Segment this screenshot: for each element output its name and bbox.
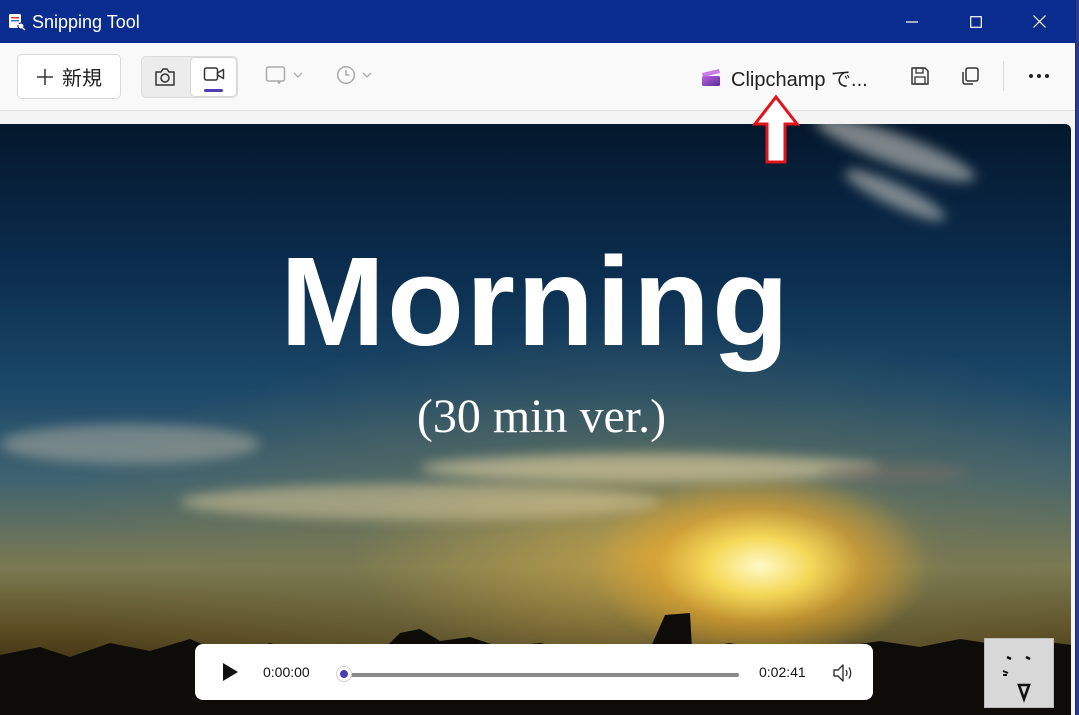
media-player-controls: 0:00:00 0:02:41 bbox=[195, 644, 873, 700]
snip-shape-dropdown[interactable] bbox=[265, 63, 303, 87]
chevron-down-icon bbox=[362, 72, 372, 78]
toolbar: 新規 Clipchamp で... bbox=[0, 43, 1075, 111]
up-arrow-annotation-icon bbox=[752, 94, 800, 164]
rectangle-snip-icon bbox=[265, 66, 286, 84]
close-icon bbox=[1032, 15, 1046, 28]
save-button[interactable] bbox=[909, 65, 931, 87]
cloud-decoration bbox=[820, 464, 970, 482]
avatar bbox=[984, 638, 1054, 708]
delay-dropdown[interactable] bbox=[336, 63, 372, 87]
maximize-button[interactable] bbox=[944, 0, 1008, 43]
copy-icon bbox=[962, 67, 979, 85]
video-title-text: Morning bbox=[280, 231, 791, 372]
cloud-decoration bbox=[180, 484, 660, 520]
screenshot-mode-button[interactable] bbox=[142, 57, 188, 97]
new-button-label: 新規 bbox=[62, 68, 102, 90]
volume-icon[interactable] bbox=[832, 662, 856, 684]
window-title: Snipping Tool bbox=[32, 12, 140, 32]
clipchamp-icon bbox=[702, 69, 720, 86]
title-bar[interactable]: Snipping Tool bbox=[0, 0, 1075, 43]
chevron-down-icon bbox=[293, 72, 303, 78]
play-icon[interactable] bbox=[219, 661, 241, 683]
snipping-tool-window: Snipping Tool 新規 Clipchamp で... Morning … bbox=[0, 0, 1076, 715]
record-mode-button[interactable] bbox=[190, 57, 237, 97]
close-button[interactable] bbox=[1007, 0, 1071, 43]
current-time: 0:00:00 bbox=[263, 664, 310, 680]
new-snip-button[interactable]: 新規 bbox=[17, 54, 121, 99]
clipchamp-edit-button[interactable]: Clipchamp で... bbox=[700, 64, 868, 91]
snipping-tool-icon bbox=[9, 14, 26, 31]
seek-bar[interactable] bbox=[345, 673, 739, 677]
cloud-decoration bbox=[420, 454, 880, 482]
video-preview[interactable]: Morning (30 min ver.) bbox=[0, 124, 1071, 715]
camera-icon bbox=[155, 68, 175, 86]
minimize-icon bbox=[906, 20, 918, 23]
copy-button[interactable] bbox=[959, 65, 981, 87]
duration-time: 0:02:41 bbox=[759, 664, 806, 680]
more-options-button[interactable] bbox=[1028, 65, 1050, 87]
maximize-icon bbox=[970, 15, 982, 28]
toolbar-divider bbox=[1003, 61, 1004, 91]
clipchamp-label: Clipchamp で... bbox=[731, 68, 868, 91]
clock-icon bbox=[336, 65, 356, 85]
save-icon bbox=[911, 67, 929, 85]
video-camera-icon bbox=[203, 67, 224, 81]
video-subtitle-text: (30 min ver.) bbox=[416, 390, 667, 443]
capture-mode-toggle bbox=[141, 56, 238, 98]
more-icon bbox=[1029, 74, 1049, 78]
plus-icon bbox=[37, 68, 53, 85]
minimize-button[interactable] bbox=[880, 0, 944, 43]
seek-thumb[interactable] bbox=[336, 666, 352, 682]
selected-mode-indicator bbox=[204, 89, 223, 92]
